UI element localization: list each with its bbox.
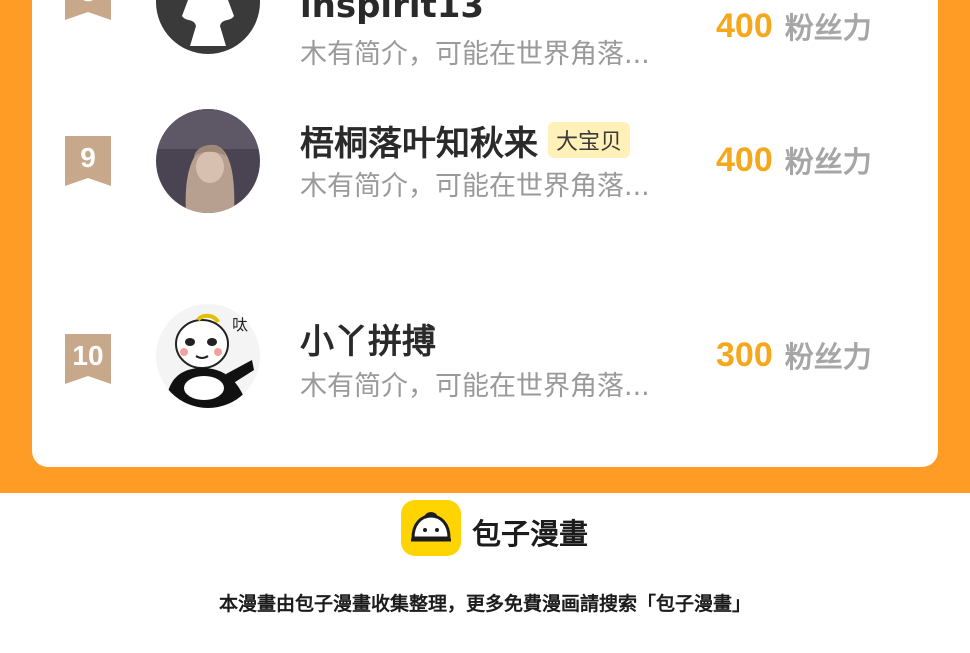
name-line: 梧桐落叶知秋来 大宝贝 [300, 116, 631, 165]
user-name[interactable]: 梧桐落叶知秋来 [300, 116, 538, 165]
user-name[interactable]: 小丫拼搏 [300, 314, 436, 363]
rank-ribbon-9: 9 [65, 136, 111, 186]
fan-power-unit: 粉丝力 [784, 11, 872, 45]
rank-number: 10 [72, 340, 104, 371]
name-line: inspirit13 [300, 0, 484, 28]
footer-brand[interactable]: 包子漫畫 [472, 511, 588, 553]
baozi-logo-icon [401, 500, 461, 556]
svg-text:呔: 呔 [232, 315, 248, 334]
ghost-avatar[interactable] [156, 0, 260, 54]
name-line: 小丫拼搏 [300, 314, 436, 363]
fan-power: 300 粉丝力 [716, 333, 872, 377]
user-intro: 木有简介，可能在世界角落... [300, 371, 650, 402]
fan-power: 400 粉丝力 [716, 138, 872, 182]
rank-ribbon-10: 10 [65, 334, 111, 384]
ranking-card: 8 inspirit13 木有简介，可能在世界角落... 400 粉丝力 9 [32, 0, 938, 467]
rank-number: 9 [80, 142, 96, 173]
fan-power-value: 400 [716, 6, 773, 45]
user-badge: 大宝贝 [548, 122, 631, 158]
user-name[interactable]: inspirit13 [300, 0, 484, 26]
rank-ribbon-8: 8 [65, 0, 111, 20]
panda-meme-avatar[interactable]: 呔 [156, 304, 260, 408]
ranking-row-8[interactable]: 8 inspirit13 木有简介，可能在世界角落... 400 粉丝力 [32, 0, 938, 90]
ranking-row-9[interactable]: 9 梧桐落叶知秋来 大宝贝 木有简介，可能在世界角落... 400 粉丝力 [32, 109, 938, 256]
footer-note: 本漫畫由包子漫畫收集整理，更多免費漫画請搜索「包子漫畫」 [218, 593, 751, 615]
ranking-row-10[interactable]: 10 呔 小丫拼搏 木有简介，可能在世界角落... 300 粉丝力 [32, 304, 938, 454]
fan-power-unit: 粉丝力 [784, 145, 872, 179]
user-intro: 木有简介，可能在世界角落... [300, 171, 650, 202]
user-intro: 木有简介，可能在世界角落... [300, 39, 650, 70]
fan-power-value: 400 [716, 140, 773, 179]
fan-power-unit: 粉丝力 [784, 340, 872, 374]
fan-power-value: 300 [716, 335, 773, 374]
fan-power: 400 粉丝力 [716, 4, 872, 48]
rank-number: 8 [65, 0, 111, 8]
anime-girl-avatar[interactable] [156, 109, 260, 213]
